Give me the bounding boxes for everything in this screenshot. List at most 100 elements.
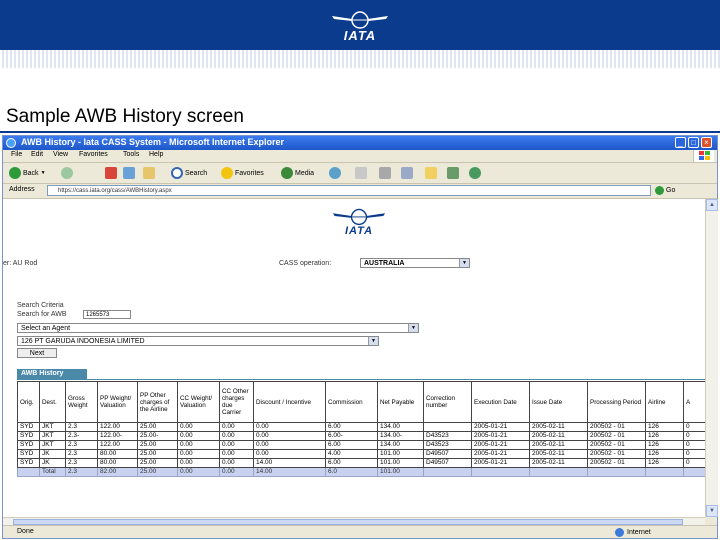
table-cell: 80.00	[97, 449, 138, 459]
menu-favorites[interactable]: Favorites	[79, 151, 108, 158]
column-header: Issue Date	[529, 381, 588, 423]
table-cell: 134.00-	[377, 431, 424, 441]
table-cell: 0	[683, 449, 705, 459]
table-cell: 0.00	[177, 440, 220, 450]
scroll-down-icon[interactable]: ▼	[706, 505, 718, 517]
table-cell: 2.3	[65, 449, 98, 459]
table-cell: 0.00	[177, 458, 220, 468]
favorites-button[interactable]: Favorites	[221, 166, 264, 180]
table-row[interactable]: SYD JKT 2.3 122.00 25.00 0.00 0.00 0.00 6.00 134.…	[17, 440, 705, 450]
menu-tools[interactable]: Tools	[123, 151, 139, 158]
stop-icon	[105, 167, 117, 179]
address-input[interactable]: https://cass.iata.org/cass/AWBHistory.as…	[47, 185, 651, 196]
table-cell: 0	[683, 458, 705, 468]
table-row[interactable]: SYD JK 2.3 80.00 25.00 0.00 0.00 0.00 4.00 101.00…	[17, 449, 705, 459]
home-button[interactable]	[143, 166, 155, 180]
table-body: SYD JKT 2.3 122.00 25.00 0.00 0.00 0.00 6.00 134.…	[17, 422, 705, 477]
history-icon	[329, 167, 341, 179]
column-header: Airline	[645, 381, 684, 423]
go-label: Go	[666, 187, 676, 194]
table-cell: 2005-01-21	[471, 449, 530, 459]
page-logo-text: IATA	[344, 225, 374, 237]
cass-operation-select[interactable]: AUSTRALIA ▼	[360, 258, 470, 268]
table-row[interactable]: SYD JKT 2.3 122.00 25.00 0.00 0.00 0.00 6.00 134.…	[17, 422, 705, 432]
history-button[interactable]	[329, 166, 341, 180]
total-cell: Total	[39, 467, 66, 477]
column-header: Correction number	[423, 381, 472, 423]
table-cell: JKT	[39, 440, 66, 450]
menu-view[interactable]: View	[53, 151, 68, 158]
title-rule	[0, 131, 720, 133]
column-header: Orig.	[17, 381, 40, 423]
print-button[interactable]	[379, 166, 391, 180]
forward-button[interactable]	[61, 166, 73, 180]
table-cell: 0.00	[177, 422, 220, 432]
awb-history-table: Orig. Dest. Gross Weight PP Weight/ Valuati…	[17, 381, 705, 477]
table-cell: SYD	[17, 431, 40, 441]
go-arrow-icon	[655, 186, 664, 195]
vertical-scrollbar[interactable]: ▲ ▼	[705, 199, 718, 517]
awb-number-input[interactable]: 1265573	[83, 310, 131, 319]
windows-flag-icon	[693, 150, 714, 162]
back-label: Back	[23, 169, 39, 177]
menu-help[interactable]: Help	[149, 151, 163, 158]
print-icon	[379, 167, 391, 179]
next-button[interactable]: Next	[17, 348, 57, 358]
table-cell: 200502 - 01	[587, 422, 646, 432]
table-row[interactable]: SYD JK 2.3 80.00 25.00 0.00 0.00 14.00 6.00 101.0…	[17, 458, 705, 468]
agent-select[interactable]: Select an Agent ▼	[17, 323, 419, 333]
folder-button[interactable]	[425, 166, 437, 180]
table-cell: 0.00	[177, 449, 220, 459]
back-button[interactable]: Back ▼	[9, 166, 46, 180]
table-cell: 122.00	[97, 422, 138, 432]
table-cell: 0.00	[253, 422, 326, 432]
menu-file[interactable]: File	[11, 151, 22, 158]
total-cell	[17, 467, 40, 477]
column-header: PP Other charges of the Airline	[137, 381, 178, 423]
agent-name-value: 126 PT GARUDA INDONESIA LIMITED	[21, 338, 145, 345]
table-row[interactable]: SYD JKT 2.3- 122.00- 25.00- 0.00 0.00 0.00 6.00-…	[17, 431, 705, 441]
star-icon	[221, 167, 233, 179]
minimize-button[interactable]: _	[675, 137, 686, 148]
table-cell: 126	[645, 422, 684, 432]
media-label: Media	[295, 169, 315, 177]
table-cell: JKT	[39, 422, 66, 432]
stop-button[interactable]	[105, 166, 117, 180]
table-cell: SYD	[17, 458, 40, 468]
go-button[interactable]: Go	[655, 186, 675, 195]
refresh-button[interactable]	[123, 166, 135, 180]
table-cell: 200502 - 01	[587, 449, 646, 459]
agent-select-value: Select an Agent	[21, 325, 71, 332]
table-cell: 126	[645, 431, 684, 441]
user-label: er: AU Rod	[3, 260, 38, 267]
column-header: Commission	[325, 381, 378, 423]
table-cell: 0.00	[253, 440, 326, 450]
menu-edit[interactable]: Edit	[31, 151, 43, 158]
column-header: CC Weight/ Valuation	[177, 381, 220, 423]
table-cell: 0	[683, 440, 705, 450]
table-cell: 0.00	[219, 449, 254, 459]
maximize-button[interactable]: □	[688, 137, 699, 148]
agent-name-select[interactable]: 126 PT GARUDA INDONESIA LIMITED ▼	[17, 336, 379, 346]
iata-logo: IATA	[330, 6, 390, 46]
search-button[interactable]: Search	[171, 166, 207, 180]
messenger-button[interactable]	[469, 166, 481, 180]
media-button[interactable]: Media	[281, 166, 314, 180]
edit-button[interactable]	[401, 166, 413, 180]
chevron-down-icon: ▼	[368, 337, 378, 345]
table-cell: 2005-02-11	[529, 449, 588, 459]
scroll-up-icon[interactable]: ▲	[706, 199, 718, 211]
page-content: IATA er: AU Rod CASS operation: AUSTRALI…	[3, 199, 705, 517]
mail-button[interactable]	[355, 166, 367, 180]
discuss-button[interactable]	[447, 166, 459, 180]
tab-underline	[17, 379, 705, 380]
folder-icon	[425, 167, 437, 179]
total-cell: 101.00	[377, 467, 424, 477]
window-title: AWB History - Iata CASS System - Microso…	[21, 137, 285, 147]
tab-awb-history[interactable]: AWB History	[17, 369, 87, 379]
table-cell: 200502 - 01	[587, 431, 646, 441]
table-cell: 126	[645, 440, 684, 450]
table-cell: 6.00-	[325, 431, 378, 441]
close-button[interactable]: ×	[701, 137, 712, 148]
table-cell: 80.00	[97, 458, 138, 468]
